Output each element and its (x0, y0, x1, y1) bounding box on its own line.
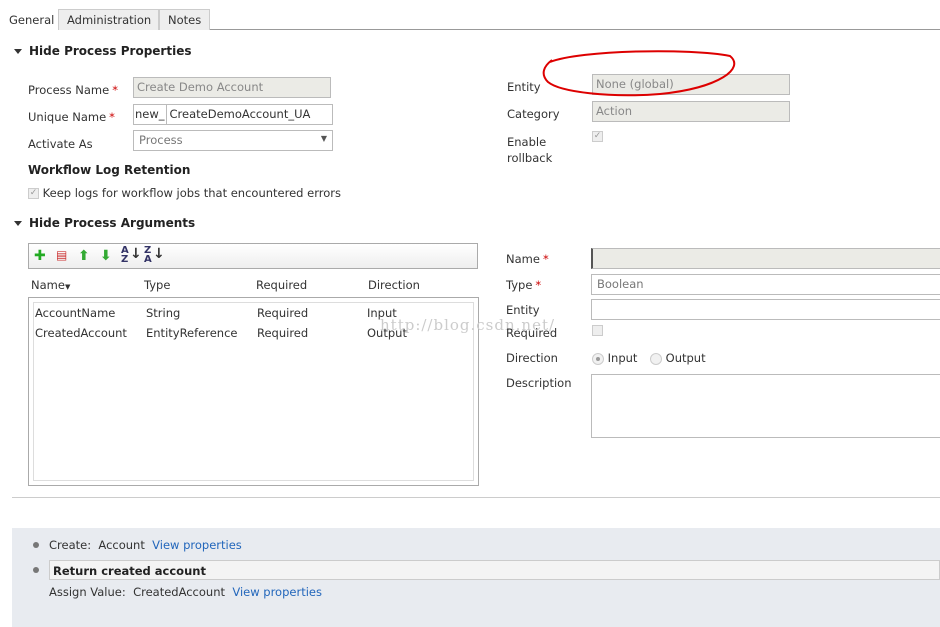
sort-az-icon[interactable]: AZ (121, 246, 129, 265)
keep-logs-checkbox[interactable]: ✓ (28, 188, 39, 199)
column-header-name[interactable]: Name▼ (31, 278, 70, 292)
toggle-process-properties[interactable]: Hide Process Properties (14, 44, 191, 58)
bullet-icon (33, 542, 39, 548)
category-label: Category (507, 107, 560, 121)
move-down-icon[interactable]: ⬇ (100, 248, 112, 264)
step-create: Create: Account View properties (49, 538, 242, 552)
arg-required-label: Required (506, 326, 558, 340)
caret-down-icon (14, 221, 22, 226)
arg-type-select[interactable]: Boolean (591, 274, 940, 295)
enable-rollback-label: Enable rollback (507, 135, 553, 165)
tab-general[interactable]: General (0, 9, 64, 30)
cell-type: String (146, 306, 181, 320)
enable-rollback-checkbox[interactable]: ✓ (592, 131, 603, 142)
process-name-label: Process Name * (28, 83, 118, 97)
column-header-type[interactable]: Type (144, 278, 170, 292)
unique-name-prefix: new_ (134, 105, 167, 124)
activate-as-select[interactable]: Process ▼ (133, 130, 333, 151)
activate-as-label: Activate As (28, 137, 93, 151)
caret-down-icon (14, 49, 22, 54)
arg-name-label: Name * (506, 252, 549, 266)
entity-label: Entity (507, 80, 541, 94)
move-up-icon[interactable]: ⬆ (78, 248, 90, 264)
keep-logs-label: Keep logs for workflow jobs that encount… (42, 186, 341, 200)
arrow-down-icon: ↓ (130, 246, 142, 262)
step-stage-title[interactable]: Return created account (49, 560, 940, 580)
column-header-direction[interactable]: Direction (368, 278, 420, 292)
cell-name: AccountName (35, 306, 116, 320)
delete-icon[interactable]: ▤ (56, 248, 67, 262)
add-icon[interactable]: ✚ (34, 248, 46, 264)
cell-type: EntityReference (146, 326, 238, 340)
toggle-process-arguments[interactable]: Hide Process Arguments (14, 216, 195, 230)
tab-bar: General Administration Notes (0, 9, 940, 30)
arg-description-label: Description (506, 376, 572, 390)
direction-input-option[interactable]: Input (592, 351, 637, 365)
arg-entity-field[interactable] (591, 299, 940, 320)
arg-type-label: Type * (506, 278, 542, 292)
process-name-field[interactable]: Create Demo Account (133, 77, 331, 98)
arg-description-textarea[interactable] (591, 374, 940, 438)
arg-entity-label: Entity (506, 303, 540, 317)
column-header-required[interactable]: Required (256, 278, 307, 292)
step-assign: Assign Value: CreatedAccount View proper… (49, 585, 322, 599)
cell-name: CreatedAccount (35, 326, 127, 340)
arg-name-field[interactable] (591, 248, 940, 269)
arg-required-checkbox[interactable] (592, 325, 603, 336)
tab-administration[interactable]: Administration (58, 9, 159, 30)
bullet-icon (33, 567, 39, 573)
red-annotation-circle (542, 50, 736, 97)
arrow-down-icon: ↓ (153, 246, 165, 262)
cell-required: Required (257, 306, 309, 320)
dropdown-arrow-icon: ▼ (320, 134, 327, 143)
unique-name-value: CreateDemoAccount_UA (169, 107, 311, 121)
cell-required: Required (257, 326, 309, 340)
direction-output-option[interactable]: Output (650, 351, 706, 365)
log-retention-title: Workflow Log Retention (28, 163, 191, 177)
view-properties-link[interactable]: View properties (152, 538, 242, 552)
radio-output[interactable] (650, 352, 662, 365)
section-title: Hide Process Properties (29, 44, 192, 58)
keep-logs-option[interactable]: ✓ Keep logs for workflow jobs that encou… (28, 186, 341, 200)
category-field[interactable]: Action (592, 101, 790, 122)
tab-notes[interactable]: Notes (159, 9, 210, 30)
unique-name-label: Unique Name * (28, 110, 115, 124)
sort-za-icon[interactable]: ZA (144, 246, 152, 265)
view-properties-link[interactable]: View properties (232, 585, 322, 599)
section-title: Hide Process Arguments (29, 216, 196, 230)
radio-input[interactable] (592, 352, 604, 365)
arg-direction-label: Direction (506, 351, 558, 365)
unique-name-field[interactable]: new_ CreateDemoAccount_UA (133, 104, 333, 125)
arguments-toolbar: ✚ ▤ ⬆ ⬇ A Z ↓ Z A ↓ (28, 243, 478, 269)
